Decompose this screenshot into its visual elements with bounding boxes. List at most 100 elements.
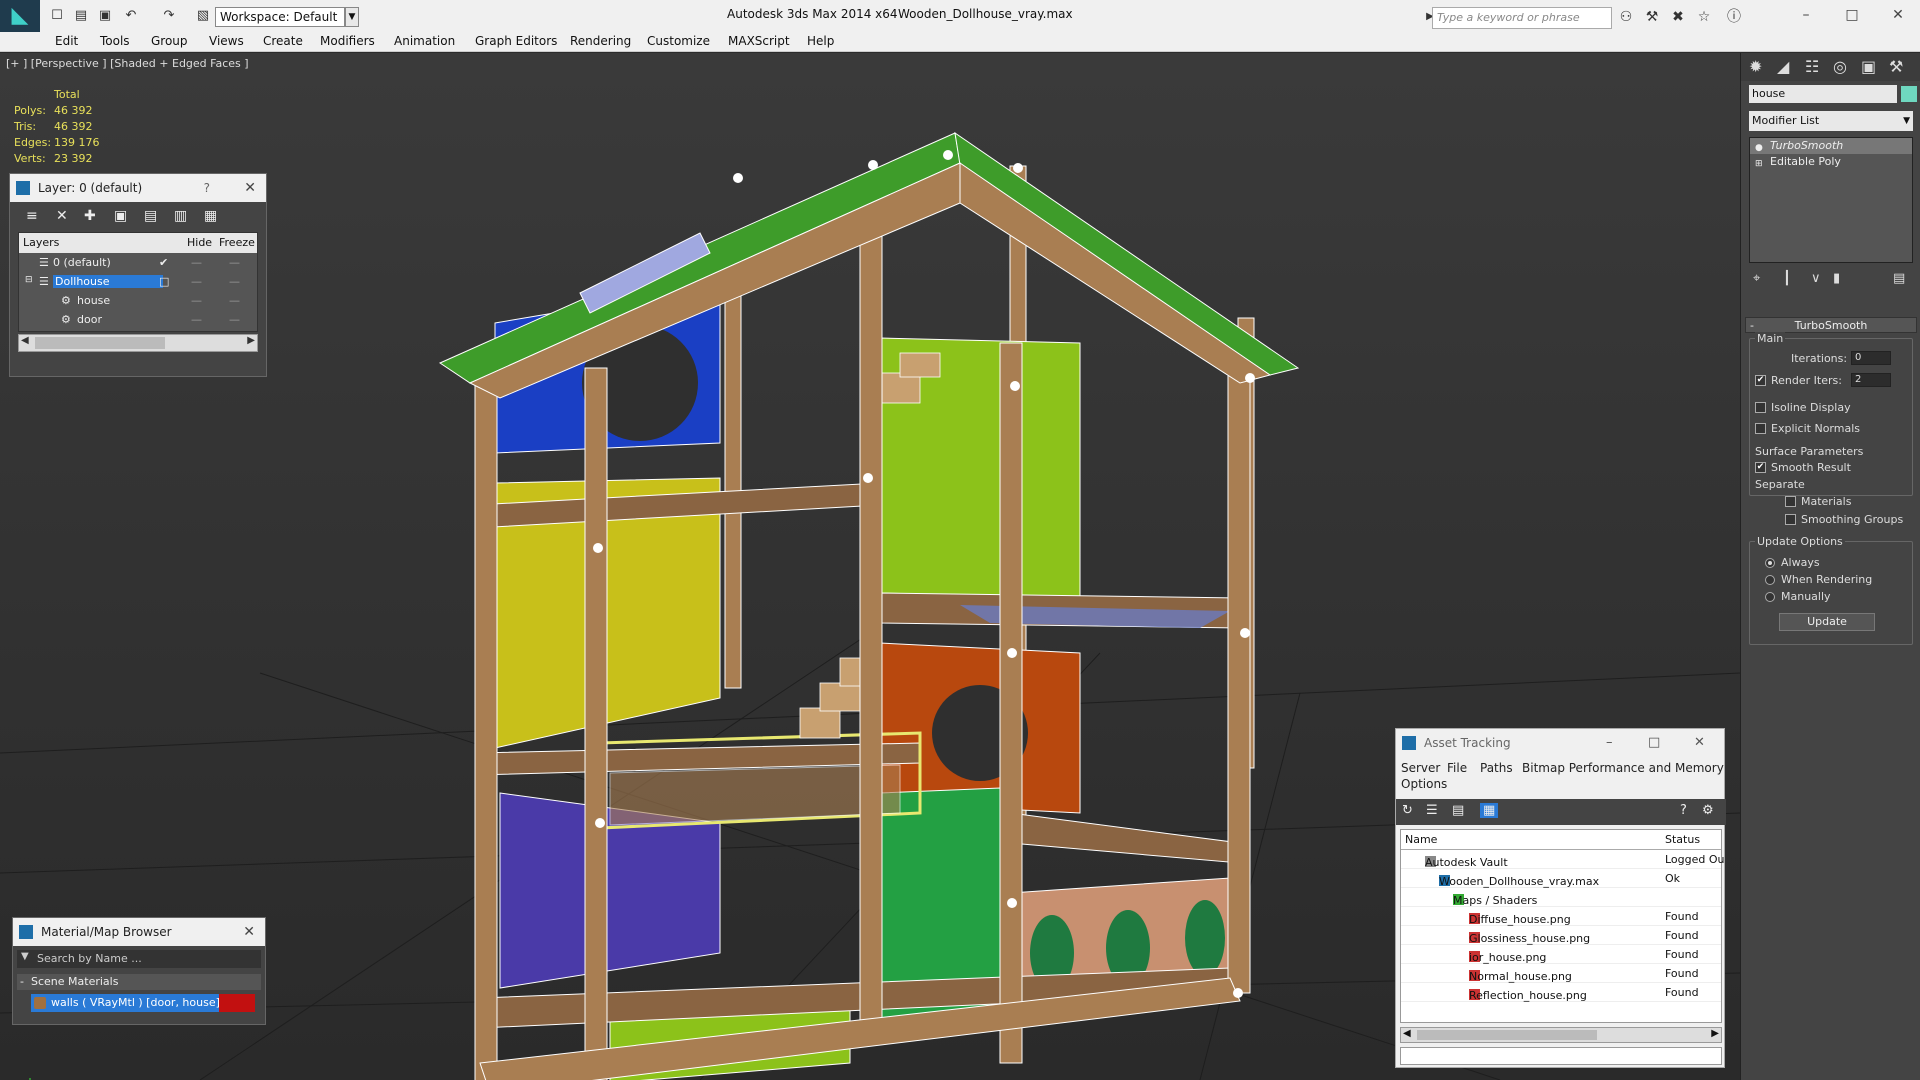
at-help-icon[interactable]: ? [1680, 803, 1687, 818]
menu-edit[interactable]: Edit [55, 34, 78, 48]
utilities-tab-icon[interactable]: ⚒ [1889, 57, 1903, 76]
new-file-icon[interactable]: ☐ [48, 7, 66, 25]
hide-toggle[interactable]: — [191, 275, 202, 288]
material-item-walls[interactable]: walls ( VRayMtl ) [door, house] [31, 994, 255, 1012]
turbosmooth-rollout-header[interactable]: - TurboSmooth [1745, 317, 1917, 333]
list-view-icon[interactable]: ☰ [1426, 803, 1438, 818]
at-maximize-button[interactable]: □ [1648, 729, 1660, 757]
hide-toggle[interactable]: — [191, 313, 202, 326]
at-menu-bitmap[interactable]: Bitmap Performance and Memory [1522, 761, 1724, 775]
layer-horizontal-scrollbar[interactable]: ◀ ▶ [18, 334, 258, 352]
modify-tab-icon[interactable]: ◢ [1777, 57, 1789, 76]
material-browser-header[interactable]: Material/Map Browser ✕ [13, 918, 265, 946]
at-minimize-button[interactable]: – [1606, 729, 1613, 757]
create-tab-icon[interactable]: ✹ [1749, 57, 1762, 76]
at-menu-server[interactable]: Server [1401, 761, 1440, 775]
layer-panel-header[interactable]: Layer: 0 (default) ? ✕ [10, 174, 266, 202]
menu-customize[interactable]: Customize [647, 34, 710, 48]
table-row[interactable]: Diffuse_house.png Found [1401, 907, 1721, 926]
table-row[interactable]: Glossiness_house.png Found [1401, 926, 1721, 945]
open-file-icon[interactable]: ▤ [72, 7, 90, 25]
collapse-icon[interactable]: ⊟ [25, 275, 33, 285]
update-always-radio[interactable] [1765, 558, 1775, 568]
hide-toggle[interactable]: — [191, 294, 202, 307]
set-current-icon[interactable]: □ [159, 275, 169, 288]
show-end-result-icon[interactable]: ┃ [1783, 271, 1791, 286]
app-logo-icon[interactable]: ◣ [0, 0, 40, 32]
iterations-spinner[interactable]: 0 [1851, 351, 1891, 365]
scroll-right-icon[interactable]: ▶ [247, 335, 255, 346]
layer-row[interactable]: ⚙ house — — [19, 291, 257, 310]
col-freeze[interactable]: Freeze [219, 236, 255, 249]
menu-graph-editors[interactable]: Graph Editors [475, 34, 557, 48]
at-close-button[interactable]: ✕ [1694, 729, 1705, 757]
select-objects-icon[interactable]: ▣ [114, 208, 127, 224]
at-menu-file[interactable]: File [1447, 761, 1467, 775]
col-hide[interactable]: Hide [187, 236, 212, 249]
menu-modifiers[interactable]: Modifiers [320, 34, 375, 48]
at-settings-icon[interactable]: ⚙ [1702, 803, 1714, 818]
configure-modifier-sets-icon[interactable]: ▤ [1893, 271, 1905, 286]
hide-toggle[interactable]: — [191, 256, 202, 269]
redo-icon[interactable]: ↷ [160, 7, 178, 25]
scroll-left-icon[interactable]: ◀ [1403, 1028, 1411, 1039]
asset-horizontal-scrollbar[interactable]: ◀ ▶ [1400, 1027, 1722, 1043]
hierarchy-tab-icon[interactable]: ☷ [1805, 57, 1819, 76]
communication-center-icon[interactable]: ✖ [1668, 7, 1688, 27]
refresh-icon[interactable]: ↻ [1402, 803, 1413, 818]
viewport-label[interactable]: [+ ] [Perspective ] [Shaded + Edged Face… [6, 57, 249, 70]
asset-tracking-header[interactable]: Asset Tracking – □ ✕ [1396, 729, 1724, 757]
smooth-result-checkbox[interactable]: ✔ [1755, 462, 1766, 473]
layer-row[interactable]: ⊟ ☰ Dollhouse □ — — [19, 272, 257, 291]
freeze-toggle[interactable]: — [229, 313, 240, 326]
object-name-field[interactable]: house [1749, 85, 1897, 103]
scene-materials-group[interactable]: - Scene Materials [17, 974, 261, 990]
remove-modifier-icon[interactable]: ▮ [1833, 271, 1840, 286]
separate-smoothing-groups-checkbox[interactable] [1785, 514, 1796, 525]
layer-row[interactable]: ☰ 0 (default) ✔ — — [19, 253, 257, 272]
update-when-rendering-radio[interactable] [1765, 575, 1775, 585]
workspace-select[interactable]: Workspace: Default [215, 7, 345, 27]
workspace-dropdown-icon[interactable]: ▼ [345, 7, 359, 27]
object-color-swatch[interactable] [1901, 86, 1917, 102]
delete-layer-icon[interactable]: ✕ [56, 208, 68, 224]
layer-close-icon[interactable]: ✕ [244, 174, 256, 202]
menu-help[interactable]: Help [807, 34, 834, 48]
undo-icon[interactable]: ↶ [122, 7, 140, 25]
table-row[interactable]: Normal_house.png Found [1401, 964, 1721, 983]
freeze-toggle[interactable]: — [229, 294, 240, 307]
render-iters-spinner[interactable]: 2 [1851, 373, 1891, 387]
freeze-all-layers-icon[interactable]: ▦ [204, 208, 217, 224]
material-search-input[interactable]: Search by Name ... [17, 950, 261, 968]
pin-stack-icon[interactable]: ⌖ [1753, 271, 1760, 286]
asset-path-field[interactable] [1400, 1047, 1722, 1065]
at-menu-options[interactable]: Options [1401, 777, 1447, 791]
motion-tab-icon[interactable]: ◎ [1833, 57, 1847, 76]
expand-icon[interactable]: ⊞ [1755, 156, 1763, 172]
help-icon[interactable]: ⓘ [1724, 7, 1744, 27]
minimize-button[interactable]: – [1786, 2, 1826, 28]
menu-views[interactable]: Views [209, 34, 244, 48]
material-browser-close-icon[interactable]: ✕ [243, 918, 255, 946]
table-row[interactable]: Autodesk Vault Logged Ou [1401, 850, 1725, 869]
at-menu-paths[interactable]: Paths [1480, 761, 1513, 775]
col-status[interactable]: Status [1665, 833, 1700, 846]
col-layers[interactable]: Layers [23, 236, 59, 249]
isoline-display-checkbox[interactable] [1755, 402, 1766, 413]
current-layer-check-icon[interactable]: ✔ [159, 256, 168, 269]
layers-icon[interactable]: ≡ [26, 208, 38, 224]
menu-create[interactable]: Create [263, 34, 303, 48]
freeze-toggle[interactable]: — [229, 256, 240, 269]
menu-animation[interactable]: Animation [394, 34, 455, 48]
separate-materials-checkbox[interactable] [1785, 496, 1796, 507]
table-row[interactable]: Maps / Shaders [1401, 888, 1721, 907]
make-unique-icon[interactable]: ∨ [1811, 271, 1821, 286]
update-manually-radio[interactable] [1765, 592, 1775, 602]
maximize-button[interactable]: □ [1832, 2, 1872, 28]
display-tab-icon[interactable]: ▣ [1861, 57, 1876, 76]
browser-options-icon[interactable]: ▼ [21, 951, 29, 962]
table-view-icon[interactable]: ▦ [1480, 803, 1499, 818]
stack-item-editable-poly[interactable]: ⊞ Editable Poly [1750, 154, 1912, 170]
table-row[interactable]: Reflection_house.png Found [1401, 983, 1721, 1002]
freeze-toggle[interactable]: — [229, 275, 240, 288]
